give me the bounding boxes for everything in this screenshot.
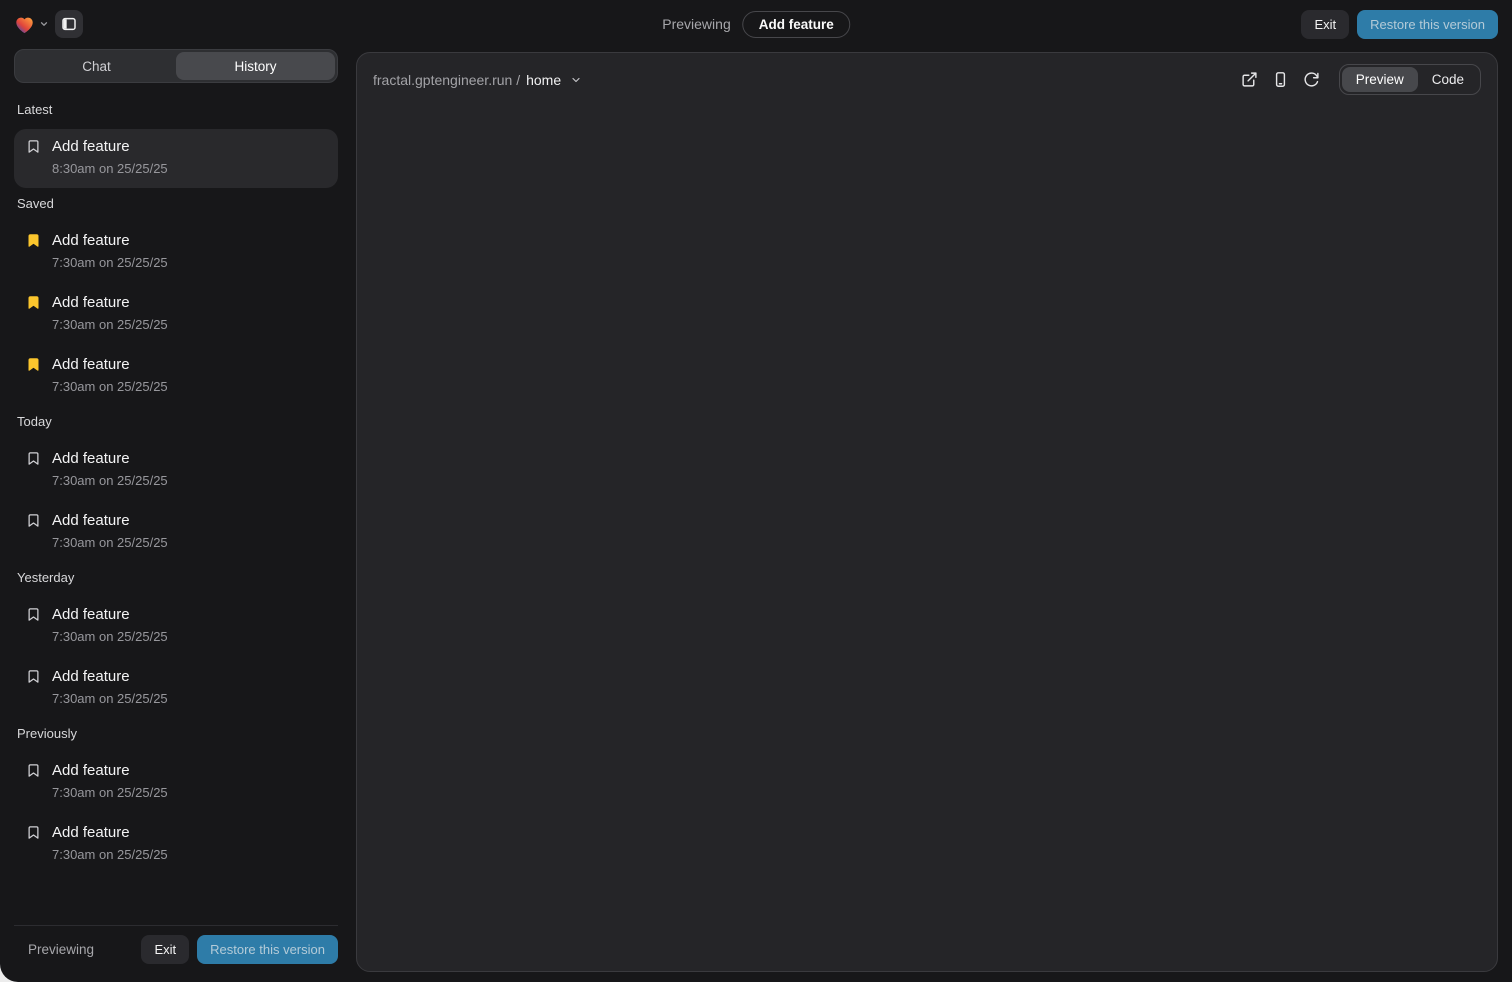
history-section: YesterdayAdd feature7:30am on 25/25/25Ad… [14, 570, 338, 718]
exit-button[interactable]: Exit [1301, 10, 1349, 39]
history-item-title: Add feature [52, 138, 130, 155]
external-link-icon [1241, 71, 1258, 88]
history-item-timestamp: 8:30am on 25/25/25 [52, 161, 326, 176]
preview-pane: fractal.gptengineer.run / home [356, 52, 1498, 972]
history-item[interactable]: Add feature 7:30am on 25/25/25 [14, 347, 338, 406]
previewing-label: Previewing [662, 16, 730, 32]
history-item-title: Add feature [52, 294, 130, 311]
history-item[interactable]: Add feature 7:30am on 25/25/25 [14, 597, 338, 656]
tab-history[interactable]: History [176, 52, 335, 80]
chat-history-tabs: Chat History [14, 49, 338, 83]
section-title: Previously [17, 726, 335, 741]
history-item-timestamp: 7:30am on 25/25/25 [52, 255, 326, 270]
mobile-view-button[interactable] [1268, 67, 1294, 93]
bookmark-filled-icon [26, 295, 41, 310]
bookmark-outline-icon [26, 607, 41, 622]
restore-version-button[interactable]: Restore this version [1357, 10, 1498, 39]
section-title: Latest [17, 102, 335, 117]
section-title: Yesterday [17, 570, 335, 585]
history-item[interactable]: Add feature 7:30am on 25/25/25 [14, 441, 338, 500]
lovable-logo-menu[interactable] [14, 15, 49, 34]
preview-url-selector[interactable]: fractal.gptengineer.run / home [373, 72, 582, 88]
open-external-button[interactable] [1237, 67, 1263, 93]
refresh-button[interactable] [1299, 67, 1325, 93]
history-item[interactable]: Add feature 7:30am on 25/25/25 [14, 503, 338, 562]
section-title: Saved [17, 196, 335, 211]
history-section: TodayAdd feature7:30am on 25/25/25Add fe… [14, 414, 338, 562]
history-list: Latest Add feature 8:30am on 25/25/25 Saved… [14, 83, 338, 925]
sidebar-toggle-button[interactable] [55, 10, 83, 38]
bookmark-outline-icon [26, 669, 41, 684]
topbar-left [14, 10, 83, 38]
history-item-title: Add feature [52, 512, 130, 529]
bookmark-filled-icon [26, 233, 41, 248]
bookmark-outline-icon [26, 763, 41, 778]
history-item[interactable]: Add feature 7:30am on 25/25/25 [14, 753, 338, 812]
history-item[interactable]: Add feature 7:30am on 25/25/25 [14, 285, 338, 344]
history-item[interactable]: Add feature 7:30am on 25/25/25 [14, 659, 338, 718]
history-item-timestamp: 7:30am on 25/25/25 [52, 535, 326, 550]
history-section: PreviouslyAdd feature7:30am on 25/25/25A… [14, 726, 338, 874]
history-item-timestamp: 7:30am on 25/25/25 [52, 691, 326, 706]
history-item-title: Add feature [52, 762, 130, 779]
history-item-title: Add feature [52, 356, 130, 373]
bookmark-filled-icon [26, 357, 41, 372]
bookmark-outline-icon [26, 139, 41, 154]
history-sidebar: Chat History Latest Add feature 8:30am on … [14, 49, 338, 972]
panel-left-icon [61, 16, 77, 32]
footer-restore-button[interactable]: Restore this version [197, 935, 338, 964]
toggle-code[interactable]: Code [1418, 67, 1478, 92]
history-section: SavedAdd feature7:30am on 25/25/25Add fe… [14, 196, 338, 406]
url-chevron-down-icon [570, 74, 582, 86]
history-item-title: Add feature [52, 232, 130, 249]
bookmark-outline-icon [26, 513, 41, 528]
history-item-title: Add feature [52, 668, 130, 685]
history-item-timestamp: 7:30am on 25/25/25 [52, 317, 326, 332]
topbar-center: Previewing Add feature [662, 11, 850, 38]
url-page: home [526, 72, 561, 88]
sidebar-footer: Previewing Exit Restore this version [14, 925, 338, 972]
history-item-timestamp: 7:30am on 25/25/25 [52, 473, 326, 488]
history-section: Latest Add feature 8:30am on 25/25/25 [14, 102, 338, 188]
preview-header: fractal.gptengineer.run / home [357, 53, 1497, 105]
history-item-title: Add feature [52, 450, 130, 467]
history-item-timestamp: 7:30am on 25/25/25 [52, 379, 326, 394]
lovable-heart-icon [14, 15, 35, 34]
bookmark-outline-icon [26, 451, 41, 466]
history-item-timestamp: 7:30am on 25/25/25 [52, 785, 326, 800]
history-item[interactable]: Add feature 8:30am on 25/25/25 [14, 129, 338, 188]
bookmark-outline-icon [26, 825, 41, 840]
toggle-preview[interactable]: Preview [1342, 67, 1418, 92]
preview-controls: Preview Code [1237, 64, 1481, 95]
history-item[interactable]: Add feature 7:30am on 25/25/25 [14, 815, 338, 874]
app-root: Previewing Add feature Exit Restore this… [0, 0, 1512, 982]
history-item-title: Add feature [52, 824, 130, 841]
topbar: Previewing Add feature Exit Restore this… [0, 0, 1512, 48]
logo-chevron-down-icon [39, 19, 49, 29]
history-item[interactable]: Add feature 7:30am on 25/25/25 [14, 223, 338, 282]
tab-chat[interactable]: Chat [17, 52, 176, 80]
refresh-icon [1303, 71, 1320, 88]
preview-content [357, 105, 1497, 971]
history-item-title: Add feature [52, 606, 130, 623]
version-badge: Add feature [743, 11, 850, 38]
history-item-timestamp: 7:30am on 25/25/25 [52, 847, 326, 862]
preview-code-toggle: Preview Code [1339, 64, 1481, 95]
topbar-right: Exit Restore this version [1301, 10, 1498, 39]
footer-previewing-label: Previewing [28, 942, 94, 957]
footer-exit-button[interactable]: Exit [141, 935, 189, 964]
mobile-icon [1272, 71, 1289, 88]
history-item-timestamp: 7:30am on 25/25/25 [52, 629, 326, 644]
url-domain: fractal.gptengineer.run / [373, 72, 520, 88]
section-title: Today [17, 414, 335, 429]
